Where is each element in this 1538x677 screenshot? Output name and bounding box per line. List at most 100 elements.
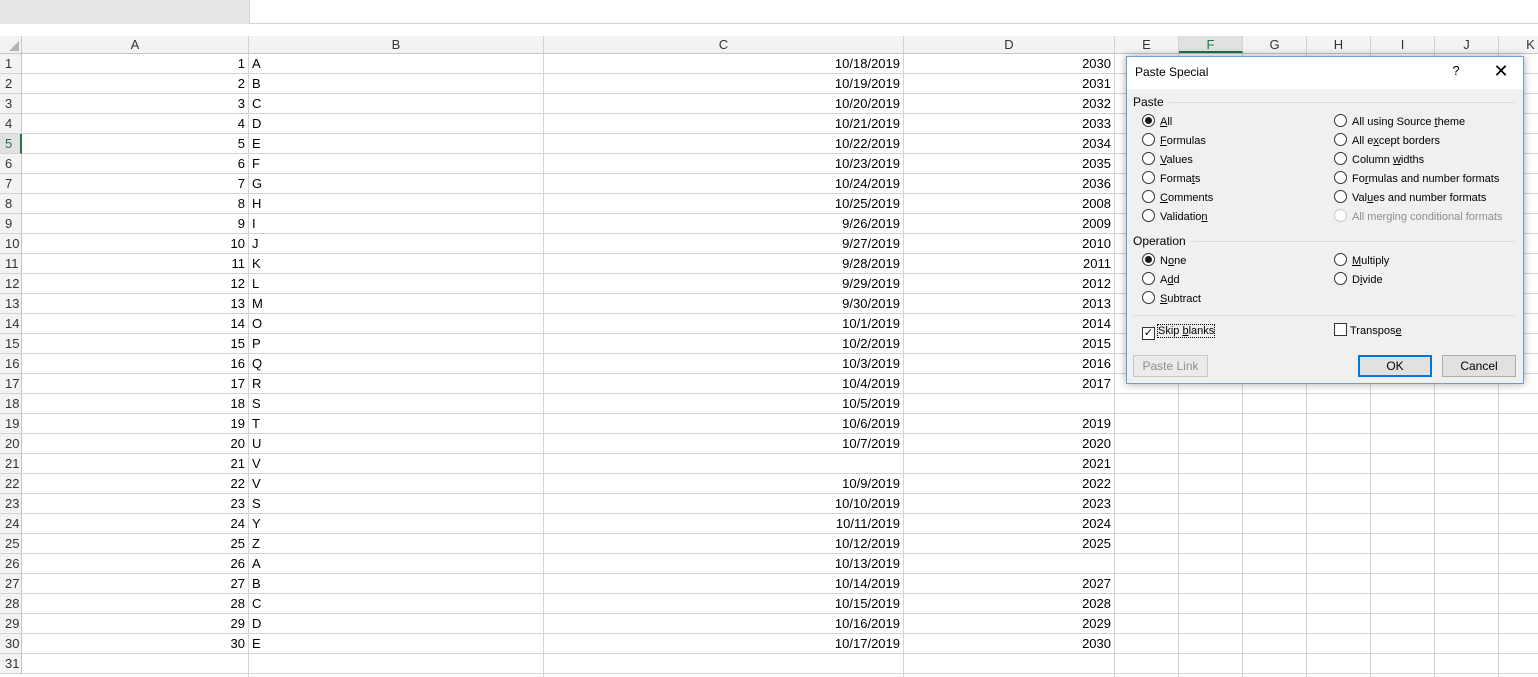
cell-a[interactable]: 17	[22, 374, 248, 394]
cell-d[interactable]: 2029	[904, 614, 1114, 634]
cell-b[interactable]: B	[249, 74, 543, 94]
cell-b[interactable]: P	[249, 334, 543, 354]
column-header[interactable]: A	[22, 36, 249, 53]
column-header[interactable]: G	[1243, 36, 1307, 53]
cell-d[interactable]: 2030	[904, 634, 1114, 654]
cell-a[interactable]: 13	[22, 294, 248, 314]
cell-c[interactable]: 10/25/2019	[544, 194, 903, 214]
cell-b[interactable]: K	[249, 254, 543, 274]
cell-c[interactable]: 10/15/2019	[544, 594, 903, 614]
cell-b[interactable]: Z	[249, 534, 543, 554]
cell-b[interactable]: D	[249, 614, 543, 634]
row-header[interactable]: 10	[0, 234, 22, 254]
transpose-checkbox[interactable]: Transpose	[1334, 323, 1402, 339]
operation-option-radio[interactable]: Multiply	[1334, 253, 1389, 269]
cell-b[interactable]: U	[249, 434, 543, 454]
cell-b[interactable]: L	[249, 274, 543, 294]
cell-a[interactable]: 30	[22, 634, 248, 654]
cell-d[interactable]: 2020	[904, 434, 1114, 454]
cell-d[interactable]: 2008	[904, 194, 1114, 214]
cell-b[interactable]: A	[249, 554, 543, 574]
row-header[interactable]: 16	[0, 354, 22, 374]
select-all-corner[interactable]	[0, 36, 22, 53]
cell-b[interactable]	[249, 654, 543, 674]
cell-c[interactable]: 10/7/2019	[544, 434, 903, 454]
cell-a[interactable]: 19	[22, 414, 248, 434]
cell-d[interactable]: 2011	[904, 254, 1114, 274]
row-header[interactable]: 8	[0, 194, 22, 214]
cell-c[interactable]: 10/20/2019	[544, 94, 903, 114]
operation-option-radio[interactable]: Add	[1142, 272, 1180, 288]
cell-d[interactable]: 2015	[904, 334, 1114, 354]
column-header[interactable]: C	[544, 36, 904, 53]
cell-d[interactable]: 2009	[904, 214, 1114, 234]
row-header[interactable]: 12	[0, 274, 22, 294]
paste-option-radio[interactable]: Formats	[1142, 171, 1200, 187]
cell-a[interactable]: 29	[22, 614, 248, 634]
cell-b[interactable]: R	[249, 374, 543, 394]
paste-option-radio[interactable]: All except borders	[1334, 133, 1440, 149]
cell-a[interactable]: 9	[22, 214, 248, 234]
cell-c[interactable]: 10/4/2019	[544, 374, 903, 394]
cell-a[interactable]: 23	[22, 494, 248, 514]
cell-c[interactable]: 10/14/2019	[544, 574, 903, 594]
cell-a[interactable]: 25	[22, 534, 248, 554]
column-header[interactable]: I	[1371, 36, 1435, 53]
ok-button[interactable]: OK	[1358, 355, 1432, 377]
cell-c[interactable]: 10/3/2019	[544, 354, 903, 374]
cell-d[interactable]: 2034	[904, 134, 1114, 154]
cell-c[interactable]: 10/18/2019	[544, 54, 903, 74]
column-header[interactable]: F	[1179, 36, 1243, 53]
paste-option-radio[interactable]: Comments	[1142, 190, 1213, 206]
row-header[interactable]: 6	[0, 154, 22, 174]
cell-a[interactable]: 22	[22, 474, 248, 494]
cell-b[interactable]: S	[249, 394, 543, 414]
skip-blanks-checkbox[interactable]: ✓ Skip blanks	[1142, 323, 1216, 340]
cell-b[interactable]: Y	[249, 514, 543, 534]
cell-c[interactable]: 10/12/2019	[544, 534, 903, 554]
row-header[interactable]: 28	[0, 594, 22, 614]
paste-option-radio[interactable]: Values and number formats	[1334, 190, 1486, 206]
row-header[interactable]: 2	[0, 74, 22, 94]
cell-a[interactable]: 24	[22, 514, 248, 534]
row-header[interactable]: 9	[0, 214, 22, 234]
row-header[interactable]: 20	[0, 434, 22, 454]
row-header[interactable]: 3	[0, 94, 22, 114]
cell-c[interactable]: 10/10/2019	[544, 494, 903, 514]
cell-b[interactable]: S	[249, 494, 543, 514]
cell-c[interactable]: 10/5/2019	[544, 394, 903, 414]
cancel-button[interactable]: Cancel	[1442, 355, 1516, 377]
cell-c[interactable]: 10/16/2019	[544, 614, 903, 634]
cell-d[interactable]: 2012	[904, 274, 1114, 294]
cell-d[interactable]: 2016	[904, 354, 1114, 374]
cell-b[interactable]: A	[249, 54, 543, 74]
cell-c[interactable]: 10/11/2019	[544, 514, 903, 534]
row-header[interactable]: 21	[0, 454, 22, 474]
column-header[interactable]: K	[1499, 36, 1538, 53]
cell-d[interactable]: 2013	[904, 294, 1114, 314]
cell-c[interactable]: 10/2/2019	[544, 334, 903, 354]
cell-b[interactable]: V	[249, 454, 543, 474]
cell-b[interactable]: E	[249, 134, 543, 154]
cell-a[interactable]: 12	[22, 274, 248, 294]
cell-a[interactable]: 7	[22, 174, 248, 194]
cell-a[interactable]: 15	[22, 334, 248, 354]
row-header[interactable]: 5	[0, 134, 22, 154]
cell-b[interactable]: E	[249, 634, 543, 654]
cell-d[interactable]: 2033	[904, 114, 1114, 134]
cell-a[interactable]: 11	[22, 254, 248, 274]
cell-a[interactable]: 5	[22, 134, 248, 154]
paste-option-radio[interactable]: Validation	[1142, 209, 1208, 225]
row-header[interactable]: 27	[0, 574, 22, 594]
operation-option-radio[interactable]: Subtract	[1142, 291, 1201, 307]
cell-c[interactable]: 10/22/2019	[544, 134, 903, 154]
name-box-area[interactable]	[0, 0, 249, 24]
row-header[interactable]: 1	[0, 54, 22, 74]
cell-a[interactable]: 26	[22, 554, 248, 574]
paste-option-radio[interactable]: Column widths	[1334, 152, 1424, 168]
cell-d[interactable]: 2019	[904, 414, 1114, 434]
cell-a[interactable]: 16	[22, 354, 248, 374]
close-icon[interactable]: ✕	[1491, 61, 1511, 82]
cell-b[interactable]: H	[249, 194, 543, 214]
cell-b[interactable]: G	[249, 174, 543, 194]
